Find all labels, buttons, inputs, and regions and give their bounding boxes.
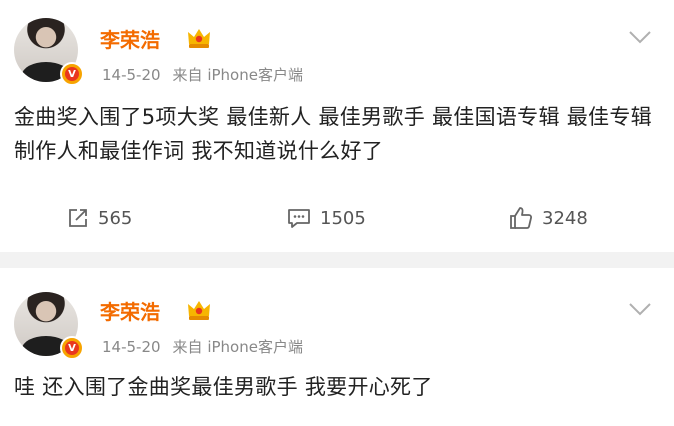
chevron-down-icon[interactable] <box>628 302 652 316</box>
repost-icon <box>69 209 87 227</box>
like-button[interactable]: 3248 <box>508 190 588 246</box>
crown-icon <box>188 29 210 48</box>
comment-count: 1505 <box>320 207 366 229</box>
repost-button[interactable]: 565 <box>66 190 132 246</box>
post-meta: 14-5-20 来自 iPhone客户端 <box>102 336 303 357</box>
repost-count: 565 <box>98 207 133 229</box>
post-source[interactable]: 来自 iPhone客户端 <box>173 66 303 84</box>
comment-icon <box>288 209 310 228</box>
weibo-post-1: V 李荣浩 14-5-20 来自 iPhone客户端 金曲奖入围了5项大奖 最佳新… <box>0 0 674 252</box>
verified-badge-icon: V <box>60 336 84 360</box>
post-date: 14-5-20 <box>102 66 161 84</box>
weibo-post-2: V 李荣浩 14-5-20 来自 iPhone客户端 哇 还入围了金曲奖最佳男歌手… <box>0 268 674 426</box>
crown-icon <box>188 301 210 320</box>
comment-button[interactable]: 1505 <box>286 190 366 246</box>
post-meta: 14-5-20 来自 iPhone客户端 <box>102 64 303 85</box>
post-actions: 565 1505 3248 <box>0 190 674 246</box>
like-count: 3248 <box>542 207 588 229</box>
post-content: 金曲奖入围了5项大奖 最佳新人 最佳男歌手 最佳国语专辑 最佳专辑制作人和最佳作… <box>14 105 652 163</box>
post-content: 哇 还入围了金曲奖最佳男歌手 我要开心死了 <box>14 375 433 399</box>
verified-badge-icon: V <box>60 62 84 86</box>
chevron-down-icon[interactable] <box>628 30 652 44</box>
like-icon <box>510 207 533 229</box>
username[interactable]: 李荣浩 <box>100 24 160 53</box>
post-date: 14-5-20 <box>102 338 161 356</box>
username[interactable]: 李荣浩 <box>100 296 160 325</box>
post-source[interactable]: 来自 iPhone客户端 <box>173 338 303 356</box>
